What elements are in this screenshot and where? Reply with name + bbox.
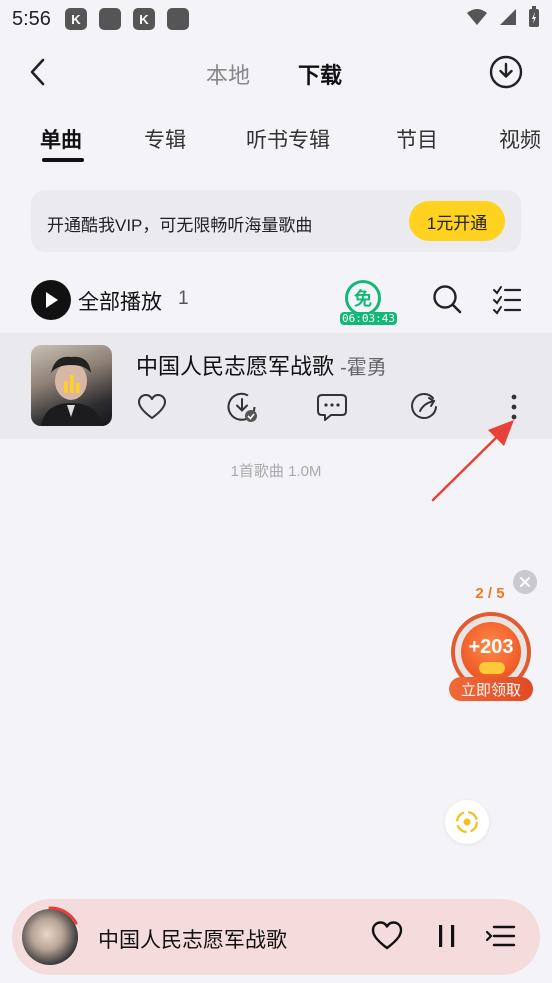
multi-select-button[interactable]: [492, 282, 522, 316]
reward-coin-icon: +203: [461, 622, 521, 682]
category-tabs: 单曲 专辑 听书专辑 节目 视频: [0, 120, 552, 170]
search-icon: [433, 285, 462, 314]
back-button[interactable]: [20, 54, 56, 90]
header: 本地 下载: [0, 44, 552, 100]
active-tab-indicator: [42, 158, 84, 162]
play-all-label[interactable]: 全部播放: [78, 286, 162, 316]
chevron-left-icon: [30, 58, 45, 86]
annotation-arrow-icon: [431, 420, 514, 502]
tab-albums[interactable]: 专辑: [144, 124, 186, 154]
pause-button[interactable]: [430, 919, 464, 953]
mini-player[interactable]: 中国人民志愿军战歌: [12, 899, 540, 975]
mini-like-button[interactable]: [370, 919, 404, 953]
tab-programs[interactable]: 节目: [396, 124, 438, 154]
vip-open-button[interactable]: 1元开通: [409, 201, 505, 241]
status-bar: 5:56 K K: [0, 0, 552, 38]
comment-button[interactable]: [316, 391, 348, 423]
reward-close-button[interactable]: [513, 570, 537, 594]
download-circle-icon: [489, 55, 523, 89]
comment-icon: [317, 394, 347, 421]
downloaded-button[interactable]: [226, 391, 258, 423]
play-all-count: 1: [178, 288, 189, 309]
vip-banner[interactable]: 开通酷我VIP，可无限畅听海量歌曲 1元开通: [31, 190, 521, 252]
app-notification-icon: K: [64, 8, 87, 30]
song-title: 中国人民志愿军战歌: [136, 354, 335, 379]
play-icon: [46, 292, 58, 308]
reward-progress: 2 / 5: [475, 585, 505, 602]
tab-download[interactable]: 下载: [298, 58, 342, 90]
status-time: 5:56: [12, 7, 51, 30]
heart-icon: [371, 921, 403, 950]
tab-local[interactable]: 本地: [206, 58, 250, 90]
app-notification-icon: [98, 8, 121, 30]
download-manager-button[interactable]: [488, 54, 524, 90]
free-listen-badge[interactable]: 免 06:03:43: [340, 278, 397, 330]
playback-progress-ring: [48, 906, 78, 925]
mini-player-title: 中国人民志愿军战歌: [98, 929, 287, 952]
play-all-row: 全部播放 1 免 06:03:43: [0, 278, 552, 325]
coins-icon: [479, 662, 505, 674]
status-indicators: [466, 6, 540, 28]
tab-singles[interactable]: 单曲: [40, 124, 82, 154]
song-artist: -霍勇: [340, 357, 387, 379]
app-notification-icon: K: [132, 8, 155, 30]
locate-icon: [455, 810, 479, 834]
tab-videos[interactable]: 视频: [499, 124, 541, 154]
vip-banner-text: 开通酷我VIP，可无限畅听海量歌曲: [47, 216, 313, 235]
free-timer: 06:03:43: [340, 312, 397, 325]
like-button[interactable]: [136, 391, 168, 423]
checklist-icon: [493, 286, 522, 315]
app-notification-icon: [166, 8, 189, 30]
battery-icon: [529, 6, 539, 27]
close-icon: [520, 577, 530, 587]
tab-audiobook-albums[interactable]: 听书专辑: [246, 124, 330, 154]
heart-icon: [138, 394, 166, 419]
playing-bars-icon: [41, 356, 103, 426]
search-button[interactable]: [430, 282, 464, 316]
play-all-button[interactable]: [31, 280, 71, 320]
song-cover: [31, 345, 112, 426]
song-title-line: 中国人民志愿军战歌 -霍勇: [136, 349, 387, 381]
playlist-icon: [485, 925, 516, 947]
locate-playing-button[interactable]: [445, 800, 489, 844]
signal-icon: [500, 9, 516, 25]
download-done-icon: [227, 392, 257, 422]
download-summary: 1首歌曲 1.0M: [230, 463, 322, 480]
pause-icon: [439, 925, 455, 947]
wifi-icon: [467, 9, 487, 25]
free-icon: 免: [345, 280, 381, 316]
playlist-button[interactable]: [484, 919, 518, 953]
reward-claim-button[interactable]: 立即领取: [449, 677, 533, 701]
reward-amount: +203: [468, 636, 514, 658]
